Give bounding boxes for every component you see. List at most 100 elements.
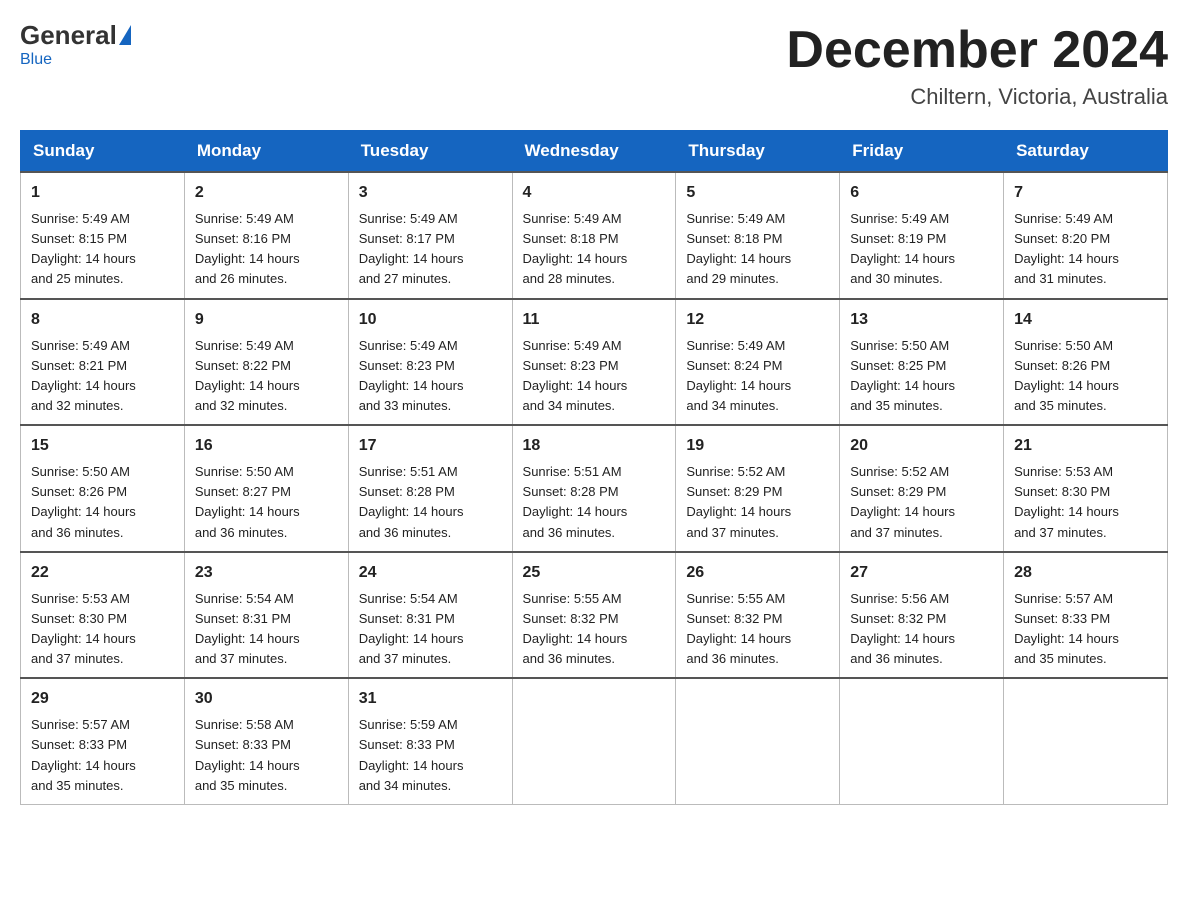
header-friday: Friday	[840, 131, 1004, 173]
day-number: 16	[195, 434, 338, 458]
day-info: Sunrise: 5:54 AMSunset: 8:31 PMDaylight:…	[359, 591, 464, 666]
day-info: Sunrise: 5:57 AMSunset: 8:33 PMDaylight:…	[31, 717, 136, 792]
table-row: 13 Sunrise: 5:50 AMSunset: 8:25 PMDaylig…	[840, 299, 1004, 426]
table-row: 26 Sunrise: 5:55 AMSunset: 8:32 PMDaylig…	[676, 552, 840, 679]
calendar-week-row: 15 Sunrise: 5:50 AMSunset: 8:26 PMDaylig…	[21, 425, 1168, 552]
day-info: Sunrise: 5:53 AMSunset: 8:30 PMDaylight:…	[1014, 464, 1119, 539]
day-info: Sunrise: 5:49 AMSunset: 8:18 PMDaylight:…	[686, 211, 791, 286]
day-number: 13	[850, 308, 993, 332]
day-info: Sunrise: 5:50 AMSunset: 8:27 PMDaylight:…	[195, 464, 300, 539]
day-info: Sunrise: 5:51 AMSunset: 8:28 PMDaylight:…	[359, 464, 464, 539]
day-info: Sunrise: 5:55 AMSunset: 8:32 PMDaylight:…	[686, 591, 791, 666]
page-header: General Blue December 2024 Chiltern, Vic…	[20, 20, 1168, 110]
day-info: Sunrise: 5:54 AMSunset: 8:31 PMDaylight:…	[195, 591, 300, 666]
day-number: 19	[686, 434, 829, 458]
day-number: 24	[359, 561, 502, 585]
day-number: 26	[686, 561, 829, 585]
logo-blue-text: Blue	[20, 51, 52, 69]
day-number: 14	[1014, 308, 1157, 332]
day-number: 15	[31, 434, 174, 458]
table-row	[840, 678, 1004, 804]
header-saturday: Saturday	[1004, 131, 1168, 173]
day-info: Sunrise: 5:57 AMSunset: 8:33 PMDaylight:…	[1014, 591, 1119, 666]
day-number: 25	[523, 561, 666, 585]
calendar-week-row: 22 Sunrise: 5:53 AMSunset: 8:30 PMDaylig…	[21, 552, 1168, 679]
header-wednesday: Wednesday	[512, 131, 676, 173]
table-row: 16 Sunrise: 5:50 AMSunset: 8:27 PMDaylig…	[184, 425, 348, 552]
table-row	[1004, 678, 1168, 804]
day-info: Sunrise: 5:51 AMSunset: 8:28 PMDaylight:…	[523, 464, 628, 539]
table-row: 18 Sunrise: 5:51 AMSunset: 8:28 PMDaylig…	[512, 425, 676, 552]
table-row: 9 Sunrise: 5:49 AMSunset: 8:22 PMDayligh…	[184, 299, 348, 426]
location-subtitle: Chiltern, Victoria, Australia	[786, 84, 1168, 110]
table-row: 8 Sunrise: 5:49 AMSunset: 8:21 PMDayligh…	[21, 299, 185, 426]
day-number: 11	[523, 308, 666, 332]
calendar-week-row: 29 Sunrise: 5:57 AMSunset: 8:33 PMDaylig…	[21, 678, 1168, 804]
day-info: Sunrise: 5:58 AMSunset: 8:33 PMDaylight:…	[195, 717, 300, 792]
table-row: 22 Sunrise: 5:53 AMSunset: 8:30 PMDaylig…	[21, 552, 185, 679]
table-row: 4 Sunrise: 5:49 AMSunset: 8:18 PMDayligh…	[512, 172, 676, 299]
table-row: 24 Sunrise: 5:54 AMSunset: 8:31 PMDaylig…	[348, 552, 512, 679]
table-row: 7 Sunrise: 5:49 AMSunset: 8:20 PMDayligh…	[1004, 172, 1168, 299]
header-tuesday: Tuesday	[348, 131, 512, 173]
day-info: Sunrise: 5:49 AMSunset: 8:18 PMDaylight:…	[523, 211, 628, 286]
table-row: 2 Sunrise: 5:49 AMSunset: 8:16 PMDayligh…	[184, 172, 348, 299]
day-number: 12	[686, 308, 829, 332]
day-info: Sunrise: 5:50 AMSunset: 8:25 PMDaylight:…	[850, 338, 955, 413]
table-row: 30 Sunrise: 5:58 AMSunset: 8:33 PMDaylig…	[184, 678, 348, 804]
day-number: 4	[523, 181, 666, 205]
day-number: 21	[1014, 434, 1157, 458]
day-info: Sunrise: 5:49 AMSunset: 8:23 PMDaylight:…	[523, 338, 628, 413]
day-number: 8	[31, 308, 174, 332]
day-info: Sunrise: 5:49 AMSunset: 8:24 PMDaylight:…	[686, 338, 791, 413]
calendar-week-row: 1 Sunrise: 5:49 AMSunset: 8:15 PMDayligh…	[21, 172, 1168, 299]
day-info: Sunrise: 5:49 AMSunset: 8:23 PMDaylight:…	[359, 338, 464, 413]
day-info: Sunrise: 5:49 AMSunset: 8:19 PMDaylight:…	[850, 211, 955, 286]
header-sunday: Sunday	[21, 131, 185, 173]
table-row: 28 Sunrise: 5:57 AMSunset: 8:33 PMDaylig…	[1004, 552, 1168, 679]
day-info: Sunrise: 5:52 AMSunset: 8:29 PMDaylight:…	[850, 464, 955, 539]
table-row: 27 Sunrise: 5:56 AMSunset: 8:32 PMDaylig…	[840, 552, 1004, 679]
day-number: 22	[31, 561, 174, 585]
day-info: Sunrise: 5:56 AMSunset: 8:32 PMDaylight:…	[850, 591, 955, 666]
day-number: 27	[850, 561, 993, 585]
day-number: 7	[1014, 181, 1157, 205]
table-row: 29 Sunrise: 5:57 AMSunset: 8:33 PMDaylig…	[21, 678, 185, 804]
day-number: 2	[195, 181, 338, 205]
day-number: 29	[31, 687, 174, 711]
table-row: 1 Sunrise: 5:49 AMSunset: 8:15 PMDayligh…	[21, 172, 185, 299]
logo-general-text: General	[20, 20, 117, 51]
logo: General Blue	[20, 20, 131, 69]
table-row: 15 Sunrise: 5:50 AMSunset: 8:26 PMDaylig…	[21, 425, 185, 552]
day-info: Sunrise: 5:50 AMSunset: 8:26 PMDaylight:…	[1014, 338, 1119, 413]
table-row	[676, 678, 840, 804]
header-monday: Monday	[184, 131, 348, 173]
table-row: 21 Sunrise: 5:53 AMSunset: 8:30 PMDaylig…	[1004, 425, 1168, 552]
day-number: 6	[850, 181, 993, 205]
table-row: 25 Sunrise: 5:55 AMSunset: 8:32 PMDaylig…	[512, 552, 676, 679]
day-number: 9	[195, 308, 338, 332]
day-number: 3	[359, 181, 502, 205]
day-number: 30	[195, 687, 338, 711]
day-number: 1	[31, 181, 174, 205]
day-info: Sunrise: 5:49 AMSunset: 8:17 PMDaylight:…	[359, 211, 464, 286]
header-thursday: Thursday	[676, 131, 840, 173]
day-info: Sunrise: 5:49 AMSunset: 8:20 PMDaylight:…	[1014, 211, 1119, 286]
table-row: 19 Sunrise: 5:52 AMSunset: 8:29 PMDaylig…	[676, 425, 840, 552]
day-number: 5	[686, 181, 829, 205]
day-number: 28	[1014, 561, 1157, 585]
day-number: 23	[195, 561, 338, 585]
day-info: Sunrise: 5:49 AMSunset: 8:15 PMDaylight:…	[31, 211, 136, 286]
month-title: December 2024	[786, 20, 1168, 80]
day-info: Sunrise: 5:49 AMSunset: 8:16 PMDaylight:…	[195, 211, 300, 286]
table-row: 5 Sunrise: 5:49 AMSunset: 8:18 PMDayligh…	[676, 172, 840, 299]
calendar-table: Sunday Monday Tuesday Wednesday Thursday…	[20, 130, 1168, 805]
day-info: Sunrise: 5:49 AMSunset: 8:21 PMDaylight:…	[31, 338, 136, 413]
table-row: 20 Sunrise: 5:52 AMSunset: 8:29 PMDaylig…	[840, 425, 1004, 552]
day-number: 17	[359, 434, 502, 458]
day-number: 10	[359, 308, 502, 332]
table-row: 10 Sunrise: 5:49 AMSunset: 8:23 PMDaylig…	[348, 299, 512, 426]
day-number: 31	[359, 687, 502, 711]
day-info: Sunrise: 5:55 AMSunset: 8:32 PMDaylight:…	[523, 591, 628, 666]
table-row: 23 Sunrise: 5:54 AMSunset: 8:31 PMDaylig…	[184, 552, 348, 679]
